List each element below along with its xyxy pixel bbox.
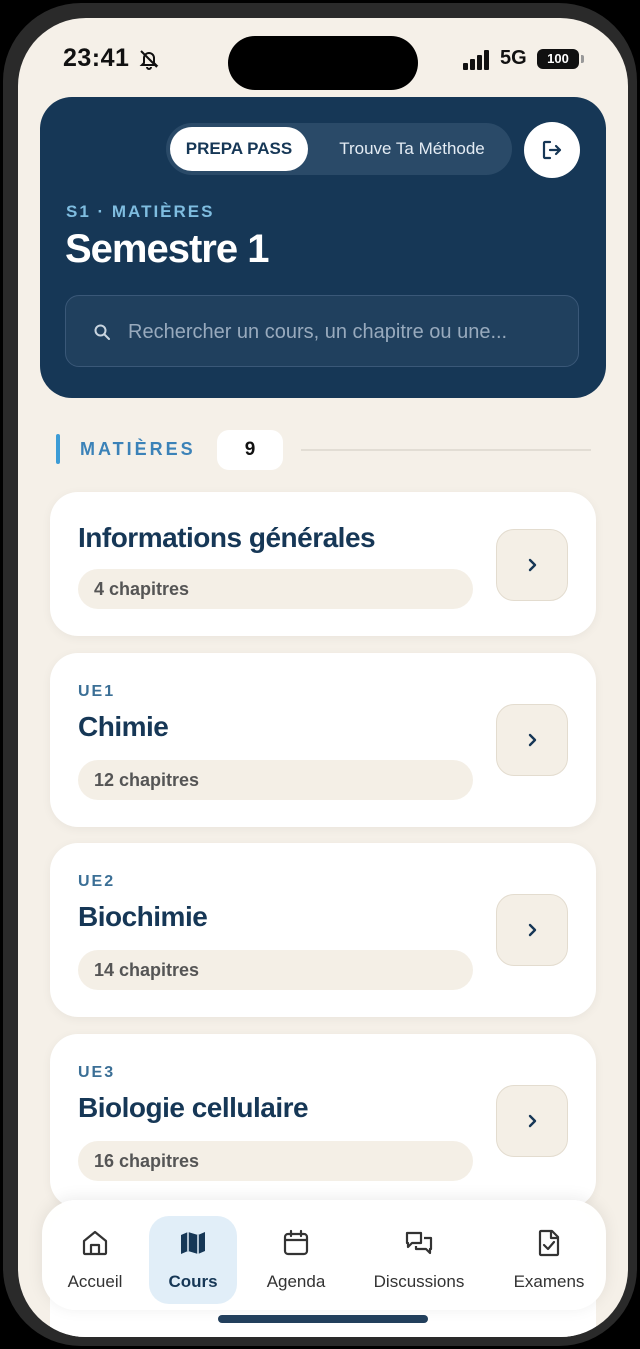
section-label: MATIÈRES (80, 439, 196, 459)
subject-card[interactable]: UE3 Biologie cellulaire 16 chapitres (50, 1034, 596, 1208)
chat-icon (405, 1231, 433, 1255)
subject-code: UE3 (78, 1064, 116, 1081)
open-subject-button[interactable] (496, 529, 568, 601)
subject-code: UE1 (78, 683, 116, 700)
home-icon (82, 1230, 108, 1256)
tab-cours[interactable]: Cours (149, 1216, 237, 1304)
toggle-prepa-pass[interactable]: PREPA PASS (170, 127, 308, 171)
subject-name: Informations générales (78, 522, 376, 553)
chevron-right-icon (528, 923, 537, 937)
subject-name: Chimie (78, 711, 169, 742)
subject-card[interactable]: UE2 Biochimie 14 chapitres (50, 843, 596, 1017)
screen: 23:41 5G 100 PREPA PASS Trouve Ta Méthod… (18, 18, 628, 1337)
tab-label: Cours (168, 1272, 218, 1291)
chevron-right-icon (528, 558, 537, 572)
program-toggle: PREPA PASS Trouve Ta Méthode (166, 123, 512, 175)
network-label: 5G (500, 47, 527, 69)
section-accent-bar (56, 434, 60, 464)
tab-examens[interactable]: Examens (504, 1216, 594, 1304)
tab-bar: Accueil Cours Agenda Discussions Examens (42, 1200, 606, 1310)
tab-accueil[interactable]: Accueil (52, 1216, 138, 1304)
subject-card[interactable]: Informations générales 4 chapitres (50, 492, 596, 636)
subject-name: Biochimie (78, 901, 208, 932)
header-panel: PREPA PASS Trouve Ta Méthode S1 · MATIÈR… (40, 97, 606, 398)
bell-muted-icon (139, 50, 159, 70)
section-count-badge: 9 (217, 430, 283, 470)
tab-agenda[interactable]: Agenda (252, 1216, 340, 1304)
search-icon (94, 324, 110, 340)
phone-bezel: 23:41 5G 100 PREPA PASS Trouve Ta Méthod… (3, 3, 637, 1346)
tab-label: Agenda (266, 1272, 326, 1291)
signal-icon (463, 50, 489, 70)
dynamic-island (228, 36, 418, 90)
subject-card[interactable]: UE1 Chimie 12 chapitres (50, 653, 596, 827)
chevron-right-icon (528, 1114, 537, 1128)
open-subject-button[interactable] (496, 894, 568, 966)
phone-frame: 23:41 5G 100 PREPA PASS Trouve Ta Méthod… (0, 0, 640, 1349)
search-input[interactable] (126, 296, 570, 368)
chevron-right-icon (528, 733, 537, 747)
chapter-count-pill: 16 chapitres (78, 1141, 473, 1181)
map-icon (181, 1232, 205, 1254)
logout-button[interactable] (524, 122, 580, 178)
home-indicator[interactable] (218, 1315, 428, 1323)
subject-name: Biologie cellulaire (78, 1092, 309, 1123)
subject-code: UE2 (78, 873, 116, 890)
logout-icon (542, 140, 562, 160)
tab-label: Accueil (67, 1272, 123, 1291)
section-divider (301, 449, 591, 451)
chapter-count-pill: 12 chapitres (78, 760, 473, 800)
header-eyebrow: S1 · MATIÈRES (66, 202, 215, 221)
exam-icon (538, 1229, 560, 1257)
chapter-count-pill: 4 chapitres (78, 569, 473, 609)
calendar-icon (283, 1229, 309, 1256)
tab-discussions[interactable]: Discussions (364, 1216, 474, 1304)
search-box (65, 295, 579, 368)
battery-tip (581, 55, 584, 63)
battery-icon: 100 (537, 49, 579, 69)
section-header: MATIÈRES 9 (56, 430, 591, 470)
status-time: 23:41 (63, 44, 130, 72)
status-bar: 23:41 5G 100 (18, 18, 628, 98)
tab-label: Examens (513, 1272, 585, 1291)
page-title: Semestre 1 (65, 227, 269, 271)
tab-label: Discussions (373, 1272, 465, 1291)
open-subject-button[interactable] (496, 704, 568, 776)
toggle-trouve-ta-methode[interactable]: Trouve Ta Méthode (316, 127, 508, 171)
open-subject-button[interactable] (496, 1085, 568, 1157)
chapter-count-pill: 14 chapitres (78, 950, 473, 990)
